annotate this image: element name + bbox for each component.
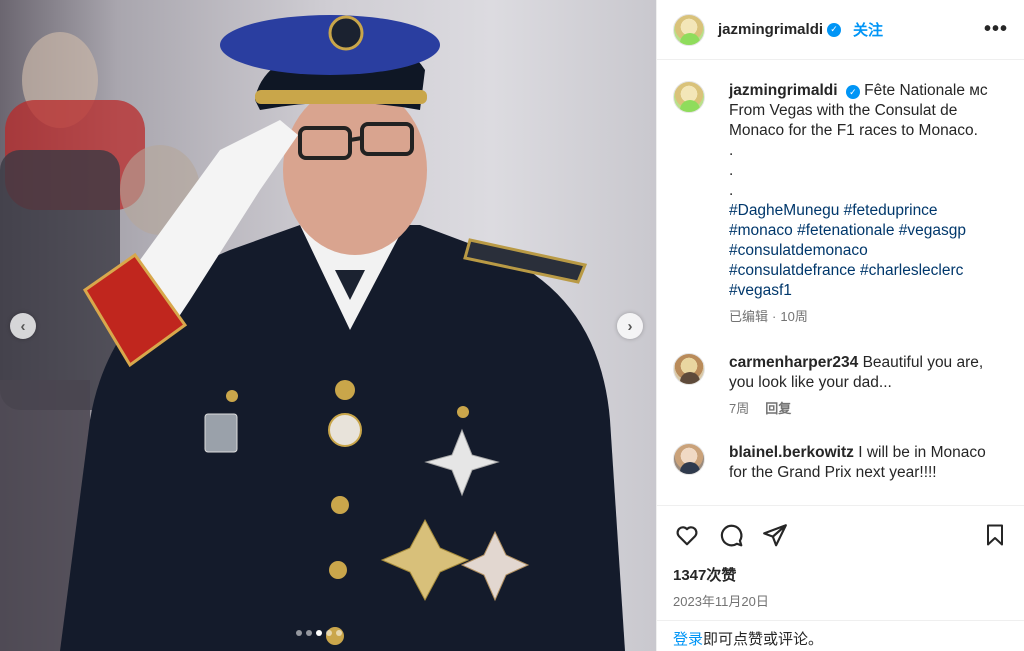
carousel-dot (296, 630, 302, 636)
bookmark-icon[interactable] (981, 521, 1009, 549)
action-bar (673, 506, 1009, 564)
comment-meta: 7周 回复 (729, 399, 989, 419)
share-icon[interactable] (761, 521, 789, 549)
login-suffix: 即可点赞或评论。 (703, 631, 824, 648)
comment-item: carmenharper234 Beautiful you are, you l… (673, 353, 1009, 419)
verified-badge-icon: ✓ (827, 22, 842, 37)
carousel-dot (306, 630, 312, 636)
caption: jazmingrimaldi ✓ Fête Nationale ᴍᴄ From … (673, 81, 1009, 327)
commenter-avatar[interactable] (673, 353, 705, 385)
previous-photo-button[interactable]: ‹ (10, 313, 36, 339)
commenter-avatar[interactable] (673, 443, 705, 475)
login-prompt: 登录即可点赞或评论。 (657, 620, 1024, 649)
hashtag-link[interactable]: #vegasgp (899, 222, 966, 239)
post-details-panel: jazmingrimaldi ✓ 关注 ••• jazmingrimaldi ✓… (656, 0, 1024, 651)
caption-line: From Vegas with the Consulat de Monaco f… (729, 102, 978, 139)
hashtag-link[interactable]: #DagheMunegu (729, 202, 839, 219)
caption-line: . (729, 182, 734, 199)
meta-separator: · (772, 309, 777, 324)
caption-meta: 已编辑 · 10周 (729, 307, 989, 327)
comment-username[interactable]: blainel.berkowitz (729, 444, 854, 461)
caption-time: 10周 (780, 309, 808, 324)
carousel-dot (326, 630, 332, 636)
likes-count[interactable]: 1347次赞 (673, 564, 1009, 585)
caption-username[interactable]: jazmingrimaldi (729, 82, 838, 99)
login-link[interactable]: 登录 (673, 631, 703, 648)
carousel-dot (316, 630, 322, 636)
comment-icon[interactable] (717, 521, 745, 549)
hashtag-link[interactable]: #consulatdefrance (729, 262, 856, 279)
heart-icon[interactable] (673, 521, 701, 549)
comment-time: 7周 (729, 401, 750, 416)
more-options-icon[interactable]: ••• (984, 18, 1008, 41)
verified-badge-icon: ✓ (845, 85, 860, 99)
reply-button[interactable]: 回复 (765, 399, 791, 419)
caption-avatar[interactable] (673, 81, 705, 113)
next-photo-button[interactable]: › (617, 313, 643, 339)
carousel-indicator (296, 630, 342, 636)
hashtag-link[interactable]: #feteduprince (844, 202, 938, 219)
hashtag-link[interactable]: #vegasf1 (729, 282, 792, 299)
hashtag-link[interactable]: #monaco (729, 222, 793, 239)
comment-username[interactable]: carmenharper234 (729, 354, 858, 371)
follow-button[interactable]: 关注 (853, 19, 883, 40)
post-date: 2023年11月20日 (673, 594, 769, 609)
caption-line: Fête Nationale ᴍᴄ (864, 82, 988, 99)
photo-image (0, 15, 625, 651)
post-photo: ‹ › (0, 0, 656, 651)
hashtag-link[interactable]: #charlesleclerc (860, 262, 963, 279)
hashtag-link[interactable]: #fetenationale (797, 222, 894, 239)
comments-list[interactable]: jazmingrimaldi ✓ Fête Nationale ᴍᴄ From … (657, 61, 1024, 505)
hashtag-link[interactable]: #consulatdemonaco (729, 242, 868, 259)
post-header: jazmingrimaldi ✓ 关注 ••• (657, 0, 1024, 60)
hashtag-list: #DagheMunegu #feteduprince #monaco #fete… (729, 201, 989, 301)
comment-item: blainel.berkowitz I will be in Monaco fo… (673, 443, 1009, 483)
caption-line: . (729, 162, 734, 179)
caption-line: . (729, 142, 734, 159)
carousel-dot (336, 630, 342, 636)
post-actions-area: 1347次赞 2023年11月20日 (657, 505, 1024, 610)
edited-label: 已编辑 (729, 309, 769, 324)
author-username[interactable]: jazmingrimaldi (718, 21, 823, 38)
author-avatar[interactable] (673, 13, 705, 46)
